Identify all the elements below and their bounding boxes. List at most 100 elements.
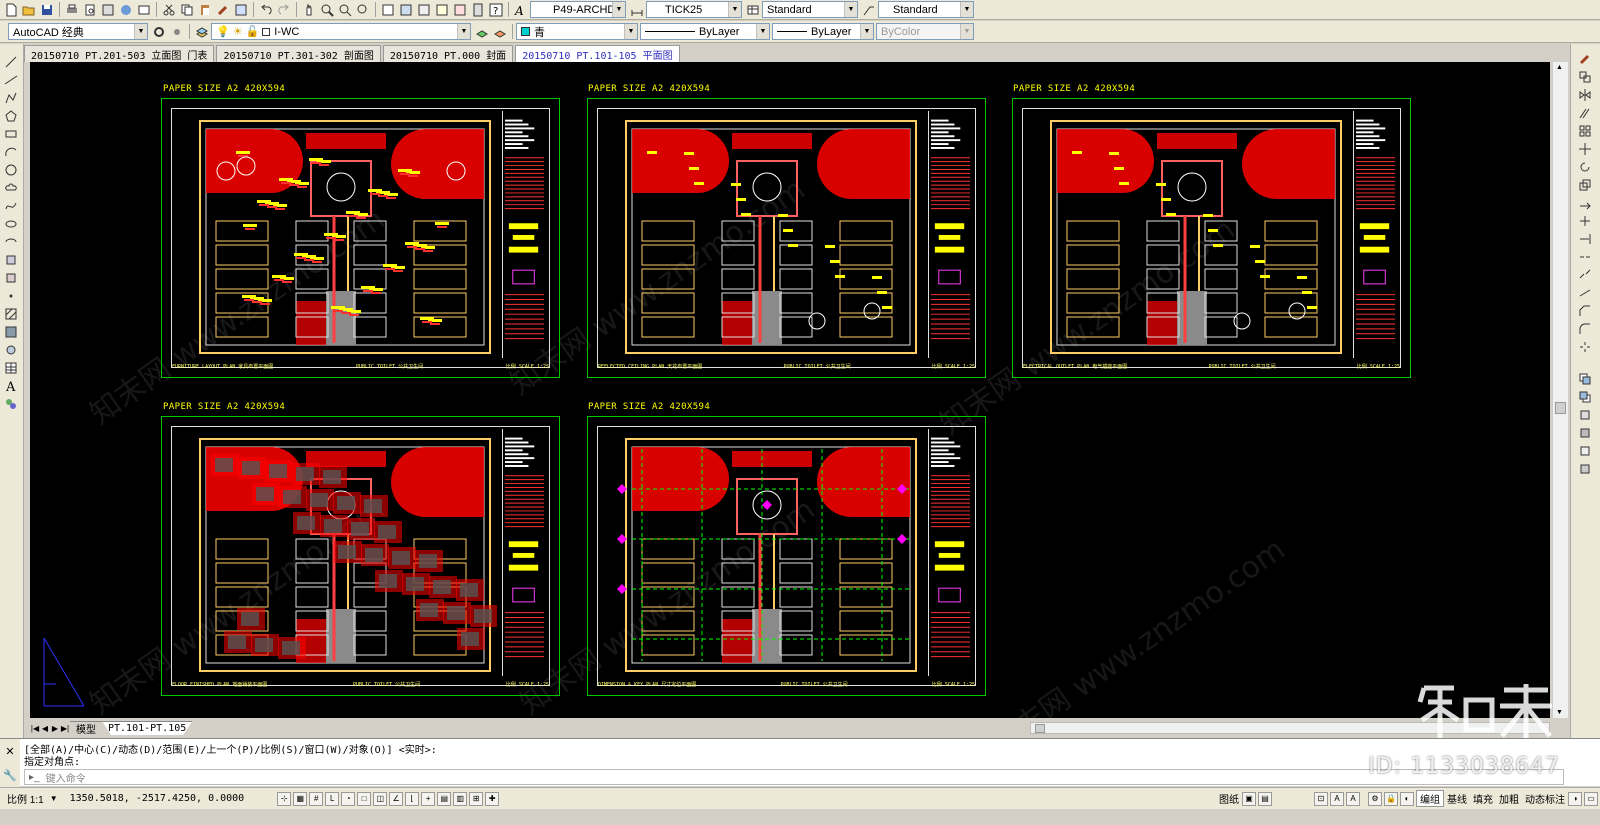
hatch-icon[interactable]: [2, 306, 20, 322]
hardware-accel-icon[interactable]: ◐: [1400, 791, 1414, 806]
zoom-realtime-icon[interactable]: [318, 1, 335, 18]
paste-icon[interactable]: [196, 1, 213, 18]
join-icon[interactable]: [1576, 284, 1594, 301]
paper-space-toggle[interactable]: 图纸: [1216, 791, 1242, 806]
mleader-style-select[interactable]: Standard ▼: [878, 1, 974, 18]
command-input[interactable]: ▸_ 键入命令: [24, 769, 1564, 785]
line-tool-icon[interactable]: [2, 54, 20, 70]
explode-icon[interactable]: [1576, 338, 1594, 355]
workspace-switch-icon[interactable]: ⚙: [1368, 791, 1382, 806]
transparency-icon[interactable]: ▥: [453, 791, 468, 806]
table-style-select[interactable]: Standard ▼: [762, 1, 858, 18]
point-icon[interactable]: [2, 288, 20, 304]
redo-icon[interactable]: [275, 1, 292, 18]
object-snap-tracking-icon[interactable]: ∠: [389, 791, 404, 806]
text-to-front-icon[interactable]: [1576, 442, 1594, 459]
break-icon[interactable]: [1576, 266, 1594, 283]
insert-block-icon[interactable]: [2, 252, 20, 268]
text-style-select[interactable]: P49-ARCHD ▼: [530, 1, 626, 18]
pan-icon[interactable]: [300, 1, 317, 18]
revision-cloud-icon[interactable]: [2, 180, 20, 196]
add-selected-icon[interactable]: [2, 396, 20, 412]
region-icon[interactable]: [2, 342, 20, 358]
polyline-icon[interactable]: [2, 90, 20, 106]
last-tab-icon[interactable]: ▶|: [60, 722, 70, 734]
maximize-viewport-icon[interactable]: ⊡: [1314, 791, 1328, 806]
linetype-select[interactable]: ByLayer ▼: [640, 23, 770, 40]
mleader-style-icon[interactable]: [860, 1, 877, 18]
offset-icon[interactable]: [1576, 104, 1594, 121]
lineweight-icon[interactable]: ▤: [437, 791, 452, 806]
publish-3d-icon[interactable]: [117, 1, 134, 18]
file-tab[interactable]: 20150710 PT.000 封面: [382, 45, 514, 62]
dim-style-select[interactable]: TICK25 ▼: [646, 1, 742, 18]
copy-icon[interactable]: [178, 1, 195, 18]
break-at-point-icon[interactable]: [1576, 248, 1594, 265]
next-tab-icon[interactable]: ▶: [50, 722, 60, 734]
quickcalc-icon[interactable]: [469, 1, 486, 18]
infer-constraints-icon[interactable]: ⊹: [277, 791, 292, 806]
stretch-icon[interactable]: [1576, 194, 1594, 211]
circle-icon[interactable]: [2, 162, 20, 178]
draw-order-under-icon[interactable]: [1576, 424, 1594, 441]
auto-scale-icon[interactable]: A: [1346, 791, 1360, 806]
polar-tracking-icon[interactable]: ◔: [341, 791, 356, 806]
tab-layout[interactable]: PT.101-PT.105: [102, 721, 193, 735]
mirror-icon[interactable]: [1576, 86, 1594, 103]
polygon-icon[interactable]: [2, 108, 20, 124]
quick-view-layouts-icon[interactable]: ▣: [1242, 791, 1256, 806]
hatch-to-back-icon[interactable]: [1576, 460, 1594, 477]
grid-display-icon[interactable]: #: [309, 791, 324, 806]
tab-model[interactable]: 模型: [70, 721, 102, 735]
allow-ucs-icon[interactable]: ⌊: [405, 791, 420, 806]
3d-object-snap-icon[interactable]: ◫: [373, 791, 388, 806]
drawing-sheet[interactable]: DIMENSION & KEY PLAN 尺寸定位平面图 PUBLIC TOILE…: [587, 416, 986, 696]
quick-properties-icon[interactable]: ⊞: [469, 791, 484, 806]
layer-previous-icon[interactable]: [491, 23, 508, 40]
edit-group-toggle[interactable]: 编组: [1416, 790, 1444, 807]
construction-line-icon[interactable]: [2, 72, 20, 88]
cut-icon[interactable]: [160, 1, 177, 18]
annotation-scale[interactable]: 比例 1:1: [4, 791, 47, 806]
sheet-set-icon[interactable]: [433, 1, 450, 18]
open-folder-icon[interactable]: [20, 1, 37, 18]
table-style-icon[interactable]: [744, 1, 761, 18]
zoom-previous-icon[interactable]: [354, 1, 371, 18]
scroll-thumb[interactable]: [1555, 402, 1566, 414]
drawing-sheet[interactable]: ELECTRICAL OUTLET PLAN 电气插座平面图 PUBLIC TOI…: [1012, 98, 1411, 378]
draw-order-front-icon[interactable]: [1576, 370, 1594, 387]
draw-order-above-icon[interactable]: [1576, 406, 1594, 423]
block-editor-icon[interactable]: [232, 1, 249, 18]
file-tab[interactable]: 20150710 PT.201-503 立面图 门表: [24, 45, 215, 62]
workspace-gear-icon[interactable]: [168, 23, 185, 40]
spline-icon[interactable]: [2, 198, 20, 214]
quick-view-drawings-icon[interactable]: ▤: [1258, 791, 1272, 806]
match-properties-icon[interactable]: [214, 1, 231, 18]
multiline-text-icon[interactable]: A: [2, 378, 20, 394]
clean-screen-icon[interactable]: ▭: [1584, 791, 1598, 806]
drawing-sheet[interactable]: FURNITURE LAYOUT PLAN 家具布置平面图 PUBLIC TOIL…: [161, 98, 560, 378]
drawing-sheet[interactable]: FLOOR FINISHED PLAN 地面铺装平面图 PUBLIC TOILET…: [161, 416, 560, 696]
file-tab[interactable]: 20150710 PT.301-302 剖面图: [216, 45, 381, 62]
color-select[interactable]: 青 ▼: [516, 23, 638, 40]
trim-icon[interactable]: [1576, 212, 1594, 229]
baseline-toggle[interactable]: 基线: [1444, 791, 1470, 806]
rectangle-icon[interactable]: [2, 126, 20, 142]
dynamic-input-icon[interactable]: +: [421, 791, 436, 806]
object-snap-icon[interactable]: □: [357, 791, 372, 806]
new-file-icon[interactable]: [2, 1, 19, 18]
dim-style-icon[interactable]: [628, 1, 645, 18]
layer-select[interactable]: 💡 ☀ 🔓 I-WC ▼: [211, 23, 471, 40]
array-icon[interactable]: [1576, 122, 1594, 139]
design-center-icon[interactable]: [135, 1, 152, 18]
make-block-icon[interactable]: [2, 270, 20, 286]
fill-toggle[interactable]: 填充: [1470, 791, 1496, 806]
selection-cycling-icon[interactable]: ✚: [485, 791, 500, 806]
ellipse-icon[interactable]: [2, 216, 20, 232]
close-icon[interactable]: ✕: [5, 745, 14, 758]
draw-order-back-icon[interactable]: [1576, 388, 1594, 405]
isolate-objects-icon[interactable]: ◑: [1568, 791, 1582, 806]
arc-icon[interactable]: [2, 144, 20, 160]
lock-ui-icon[interactable]: 🔒: [1384, 791, 1398, 806]
zoom-window-icon[interactable]: [336, 1, 353, 18]
